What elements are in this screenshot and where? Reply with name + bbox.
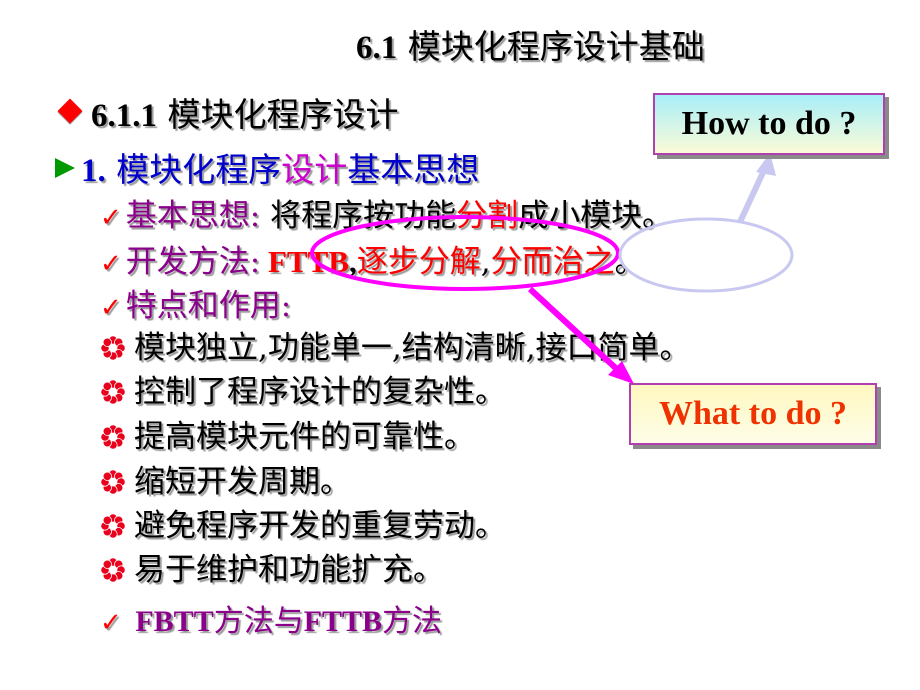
how-arrowhead-icon	[756, 153, 776, 176]
how-callout-arrow	[737, 164, 769, 224]
fttb-highlight-ellipse	[310, 215, 620, 291]
what-to-do-callout: What to do ?	[629, 383, 877, 445]
how-to-do-callout: How to do ?	[653, 93, 885, 155]
what-callout-arrow	[527, 286, 623, 375]
divide-conquer-highlight-ellipse	[618, 217, 794, 293]
